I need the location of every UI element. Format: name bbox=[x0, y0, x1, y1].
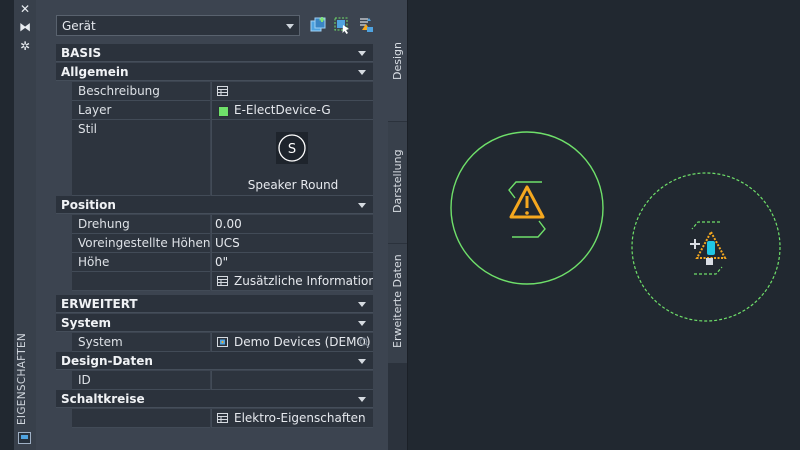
section-allgemein[interactable]: Allgemein bbox=[56, 63, 373, 81]
tab-darstellung[interactable]: Darstellung bbox=[388, 122, 407, 244]
palette-title: EIGENSCHAFTEN bbox=[16, 332, 28, 425]
section-basis[interactable]: BASIS bbox=[56, 44, 373, 62]
close-icon[interactable]: ✕ bbox=[14, 2, 36, 16]
collapse-icon[interactable] bbox=[358, 70, 366, 75]
edit-table-icon[interactable] bbox=[217, 86, 228, 96]
row-hoehe[interactable]: Höhe 0" bbox=[56, 253, 373, 272]
style-name: Speaker Round bbox=[247, 178, 339, 192]
collapse-icon[interactable] bbox=[358, 203, 366, 208]
row-system[interactable]: System Demo Devices (DEMO) bbox=[56, 333, 373, 352]
system-icon bbox=[217, 337, 228, 347]
collapse-icon[interactable] bbox=[358, 302, 366, 307]
row-id[interactable]: ID bbox=[56, 371, 373, 390]
select-objects-icon[interactable] bbox=[333, 16, 351, 34]
row-elektro-eigenschaften[interactable]: Elektro-Eigenschaften bbox=[56, 409, 373, 428]
properties-panel: Gerät BASIS Allgemein Beschreibung Layer… bbox=[36, 0, 388, 450]
row-zusaetzliche-information[interactable]: Zusätzliche Information… bbox=[56, 272, 373, 291]
speaker-device-selected[interactable] bbox=[631, 172, 781, 322]
move-grip-icon bbox=[690, 239, 700, 249]
row-voreingestellte-hoehe[interactable]: Voreingestellte Höhen… UCS bbox=[56, 234, 373, 253]
vertical-tabs: Design Darstellung Erweiterte Daten bbox=[388, 0, 407, 450]
layer-color-swatch bbox=[218, 106, 229, 117]
speaker-style-preview-icon: S bbox=[276, 132, 308, 164]
collapse-icon[interactable] bbox=[358, 359, 366, 364]
row-stil[interactable]: Stil S Speaker Round bbox=[56, 120, 373, 196]
add-to-selection-icon[interactable] bbox=[309, 16, 327, 34]
collapse-icon[interactable] bbox=[358, 51, 366, 56]
row-drehung[interactable]: Drehung 0.00 bbox=[56, 215, 373, 234]
drawing-canvas[interactable] bbox=[408, 0, 800, 450]
row-beschreibung[interactable]: Beschreibung bbox=[56, 82, 373, 101]
palette-title-strip: ✕ ⧓ ✲ EIGENSCHAFTEN bbox=[14, 0, 36, 450]
tab-erweiterte-daten[interactable]: Erweiterte Daten bbox=[388, 244, 407, 364]
tab-design[interactable]: Design bbox=[388, 0, 407, 122]
collapse-icon[interactable] bbox=[358, 397, 366, 402]
collapse-icon[interactable] bbox=[358, 321, 366, 326]
autohide-icon[interactable]: ⧓ bbox=[14, 20, 36, 34]
section-design-daten[interactable]: Design-Daten bbox=[56, 352, 373, 370]
speaker-device-symbol[interactable] bbox=[450, 131, 604, 285]
row-layer[interactable]: Layer E-ElectDevice-G bbox=[56, 101, 373, 120]
object-type-dropdown[interactable]: Gerät bbox=[56, 15, 300, 36]
section-position[interactable]: Position bbox=[56, 196, 373, 214]
quick-select-icon[interactable] bbox=[357, 16, 375, 34]
palette-icon bbox=[18, 432, 31, 444]
chevron-down-icon bbox=[286, 24, 294, 29]
svg-text:S: S bbox=[288, 142, 296, 157]
section-erweitert[interactable]: ERWEITERT bbox=[56, 295, 373, 313]
object-type-value: Gerät bbox=[62, 19, 96, 33]
edit-table-icon[interactable] bbox=[217, 276, 228, 286]
edit-table-icon[interactable] bbox=[217, 413, 228, 423]
section-schaltkreise[interactable]: Schaltkreise bbox=[56, 390, 373, 408]
section-system[interactable]: System bbox=[56, 314, 373, 332]
grip-icon bbox=[707, 241, 715, 255]
search-icon[interactable] bbox=[359, 337, 370, 348]
settings-icon[interactable]: ✲ bbox=[14, 39, 36, 53]
